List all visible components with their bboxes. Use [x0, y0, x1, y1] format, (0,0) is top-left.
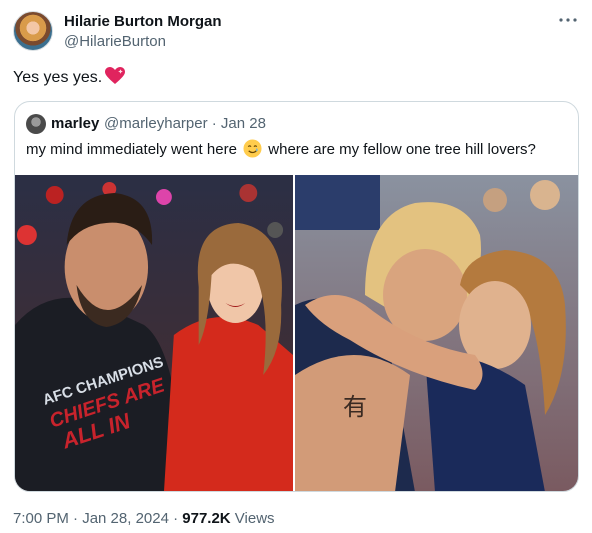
tweet-timestamp[interactable]: 7:00 PM · Jan 28, 2024 ·	[13, 510, 182, 527]
views-label: Views	[230, 510, 275, 527]
quoted-tweet-text: my mind immediately went here where are …	[26, 139, 536, 160]
views-count: 977.2K	[182, 510, 231, 527]
photo-one-tree-hill[interactable]: 有	[295, 175, 578, 491]
author-name[interactable]: Hilarie Burton Morgan	[64, 13, 222, 31]
quoted-author-handle-date: @marleyharper · Jan 28	[104, 115, 266, 132]
tweet-body: Yes yes yes.	[13, 67, 126, 88]
tweet-meta: 7:00 PM · Jan 28, 2024 · 977.2K Views	[13, 509, 275, 529]
heart-emoji-icon	[105, 67, 126, 84]
quoted-author-avatar	[26, 114, 46, 134]
author-avatar[interactable]	[13, 11, 53, 51]
photo-celebration[interactable]: AFC CHAMPIONS CHIEFS ARE ALL IN	[15, 175, 295, 491]
quoted-media: AFC CHAMPIONS CHIEFS ARE ALL IN 有	[15, 175, 578, 491]
more-options-icon[interactable]	[557, 11, 579, 29]
arm-tattoo-text: 有	[343, 393, 367, 421]
author-handle[interactable]: @HilarieBurton	[64, 33, 166, 51]
quoted-text-part1: my mind immediately went here	[26, 141, 237, 158]
quoted-author-name: marley	[51, 115, 100, 132]
tweet-text: Yes yes yes.	[13, 69, 103, 86]
quoted-tweet[interactable]: marley @marleyharper · Jan 28 my mind im…	[14, 101, 579, 492]
tweet-header: Hilarie Burton Morgan @HilarieBurton	[13, 11, 579, 51]
smiling-face-with-tear-icon	[243, 139, 262, 158]
quoted-text-part2: where are my fellow one tree hill lovers…	[268, 141, 536, 158]
